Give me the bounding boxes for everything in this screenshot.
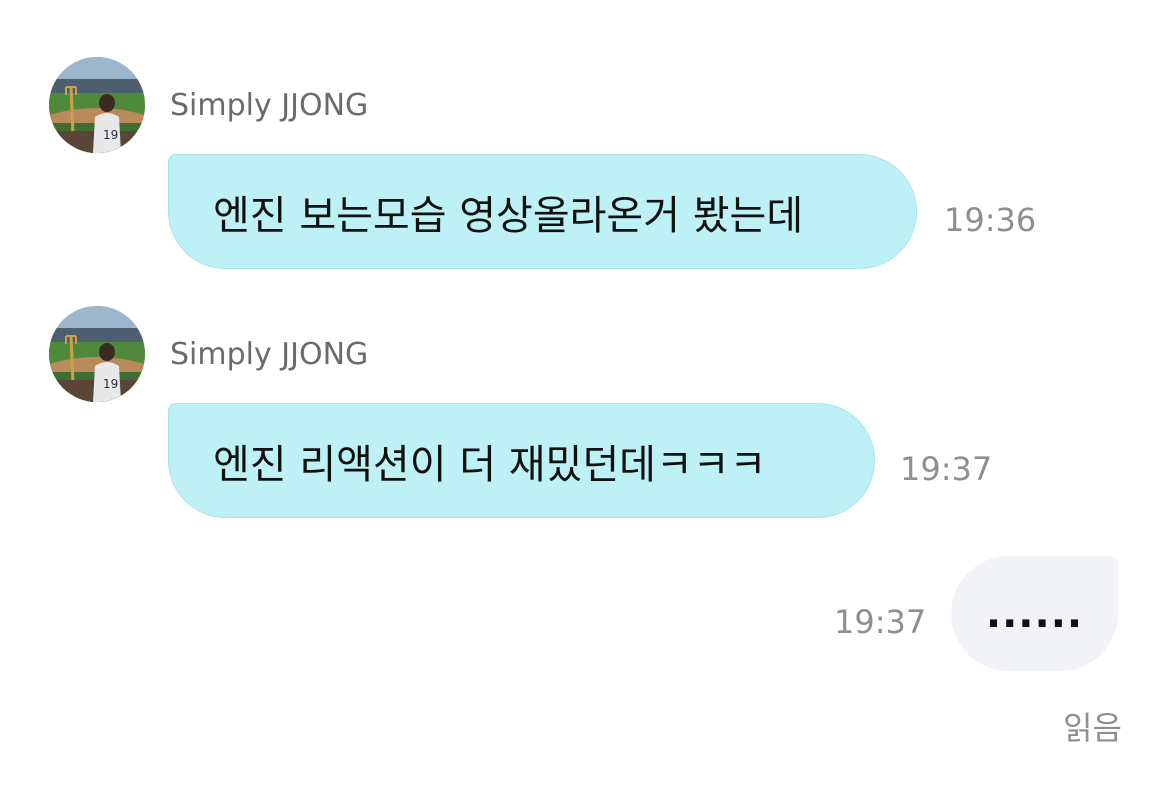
message-bubble-incoming[interactable]: 엔진 보는모습 영상올라온거 봤는데 — [168, 154, 917, 269]
svg-text:19: 19 — [103, 128, 118, 142]
message-text: 엔진 리액션이 더 재밌던데ㅋㅋㅋ — [213, 441, 767, 488]
avatar-photo-icon: 19 — [49, 57, 145, 153]
message-bubble-incoming[interactable]: 엔진 리액션이 더 재밌던데ㅋㅋㅋ — [168, 403, 875, 518]
sender-name: Simply JJONG — [170, 337, 369, 372]
message-bubble-outgoing[interactable]: ...... — [951, 556, 1118, 671]
avatar-photo-icon: 19 — [49, 306, 145, 402]
sender-avatar[interactable]: 19 — [49, 57, 145, 153]
svg-text:19: 19 — [103, 377, 118, 391]
message-text: 엔진 보는모습 영상올라온거 봤는데 — [213, 192, 804, 239]
message-timestamp: 19:37 — [834, 603, 927, 641]
read-receipt: 읽음 — [1063, 709, 1122, 747]
sender-name: Simply JJONG — [170, 88, 369, 123]
message-timestamp: 19:37 — [900, 450, 993, 488]
sender-avatar[interactable]: 19 — [49, 306, 145, 402]
message-text: ...... — [985, 590, 1084, 637]
message-timestamp: 19:36 — [944, 201, 1037, 239]
